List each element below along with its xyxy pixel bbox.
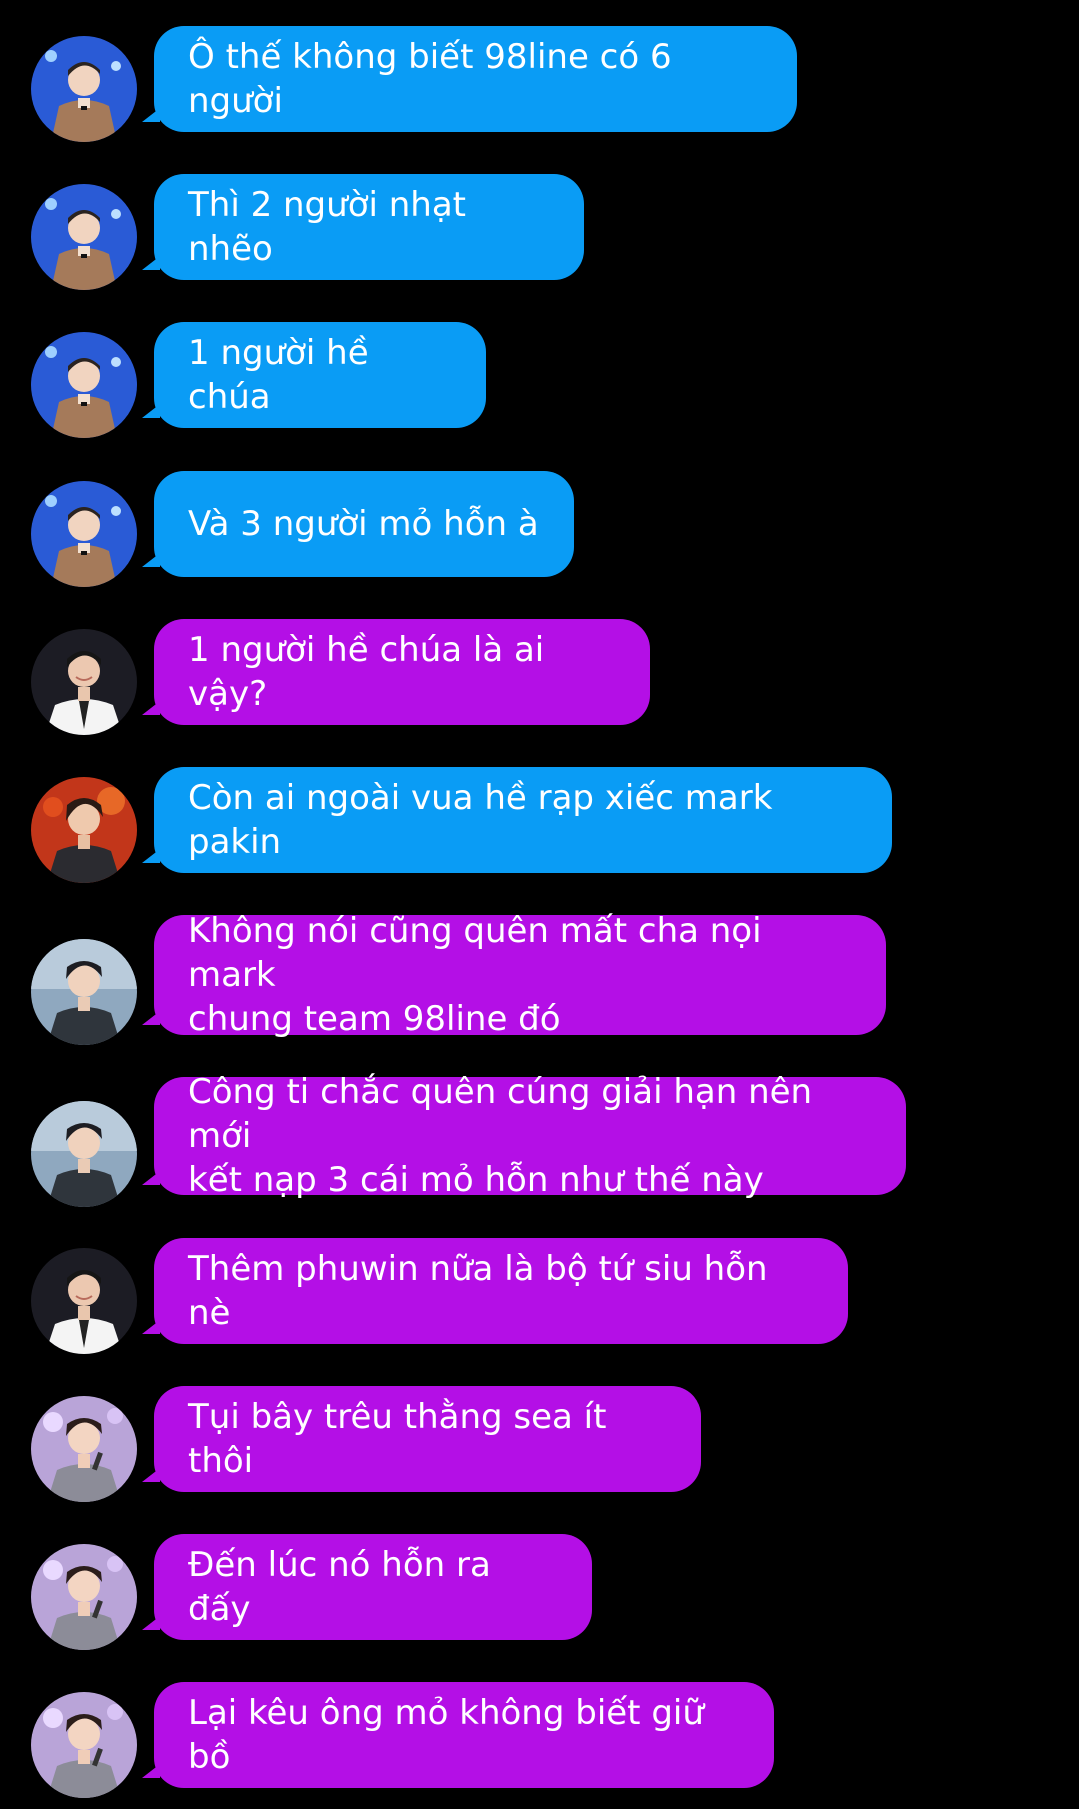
message-bubble[interactable]: Thêm phuwin nữa là bộ tứ siu hỗn nè xyxy=(154,1238,848,1344)
avatar[interactable] xyxy=(31,629,137,735)
message-row: Tụi bây trêu thằng sea ít thôi xyxy=(0,1386,1079,1502)
message-text: Đến lúc nó hỗn ra đấy xyxy=(188,1545,491,1629)
message-bubble[interactable]: Đến lúc nó hỗn ra đấy xyxy=(154,1534,592,1640)
avatar[interactable] xyxy=(31,184,137,290)
avatar[interactable] xyxy=(31,777,137,883)
message-text: Không nói cũng quên mất cha nọi mark chu… xyxy=(188,911,762,1039)
message-row: Đến lúc nó hỗn ra đấy xyxy=(0,1534,1079,1650)
message-row: Thêm phuwin nữa là bộ tứ siu hỗn nè xyxy=(0,1238,1079,1354)
message-bubble[interactable]: Lại kêu ông mỏ không biết giữ bồ xyxy=(154,1682,774,1788)
message-text: Tụi bây trêu thằng sea ít thôi xyxy=(188,1397,607,1481)
message-text: Ô thế không biết 98line có 6 người xyxy=(188,37,672,121)
avatar[interactable] xyxy=(31,1101,137,1207)
message-row: Ô thế không biết 98line có 6 người xyxy=(0,26,1079,142)
message-text: Thêm phuwin nữa là bộ tứ siu hỗn nè xyxy=(188,1249,768,1333)
message-text: Và 3 người mỏ hỗn à xyxy=(188,504,539,544)
message-bubble[interactable]: 1 người hề chúa là ai vậy? xyxy=(154,619,650,725)
message-bubble[interactable]: Ô thế không biết 98line có 6 người xyxy=(154,26,797,132)
message-text: 1 người hề chúa xyxy=(188,333,369,417)
avatar[interactable] xyxy=(31,1692,137,1798)
message-row: Lại kêu ông mỏ không biết giữ bồ xyxy=(0,1682,1079,1798)
avatar[interactable] xyxy=(31,939,137,1045)
avatar[interactable] xyxy=(31,1544,137,1650)
avatar[interactable] xyxy=(31,1248,137,1354)
message-bubble[interactable]: Không nói cũng quên mất cha nọi mark chu… xyxy=(154,911,886,1039)
message-row: Công ti chắc quên cúng giải hạn nên mới … xyxy=(0,1072,1079,1207)
message-text: Lại kêu ông mỏ không biết giữ bồ xyxy=(188,1693,704,1777)
message-bubble[interactable]: Tụi bây trêu thằng sea ít thôi xyxy=(154,1386,701,1492)
chat-thread: Ô thế không biết 98line có 6 người Thì 2… xyxy=(0,0,1079,1809)
avatar[interactable] xyxy=(31,481,137,587)
message-bubble[interactable]: Thì 2 người nhạt nhẽo xyxy=(154,174,584,280)
avatar[interactable] xyxy=(31,1396,137,1502)
message-bubble[interactable]: Và 3 người mỏ hỗn à xyxy=(154,471,574,577)
message-bubble[interactable]: Còn ai ngoài vua hề rạp xiếc mark pakin xyxy=(154,767,892,873)
message-text: Còn ai ngoài vua hề rạp xiếc mark pakin xyxy=(188,778,773,862)
message-row: Không nói cũng quên mất cha nọi mark chu… xyxy=(0,911,1079,1045)
message-text: 1 người hề chúa là ai vậy? xyxy=(188,630,545,714)
message-row: Thì 2 người nhạt nhẽo xyxy=(0,174,1079,290)
avatar[interactable] xyxy=(31,332,137,438)
message-text: Công ti chắc quên cúng giải hạn nên mới … xyxy=(188,1072,813,1200)
message-bubble[interactable]: 1 người hề chúa xyxy=(154,322,486,428)
message-row: 1 người hề chúa là ai vậy? xyxy=(0,619,1079,735)
message-row: Còn ai ngoài vua hề rạp xiếc mark pakin xyxy=(0,767,1079,883)
avatar[interactable] xyxy=(31,36,137,142)
message-row: Và 3 người mỏ hỗn à xyxy=(0,471,1079,587)
message-row: 1 người hề chúa xyxy=(0,322,1079,438)
message-text: Thì 2 người nhạt nhẽo xyxy=(188,185,467,269)
message-bubble[interactable]: Công ti chắc quên cúng giải hạn nên mới … xyxy=(154,1072,906,1200)
